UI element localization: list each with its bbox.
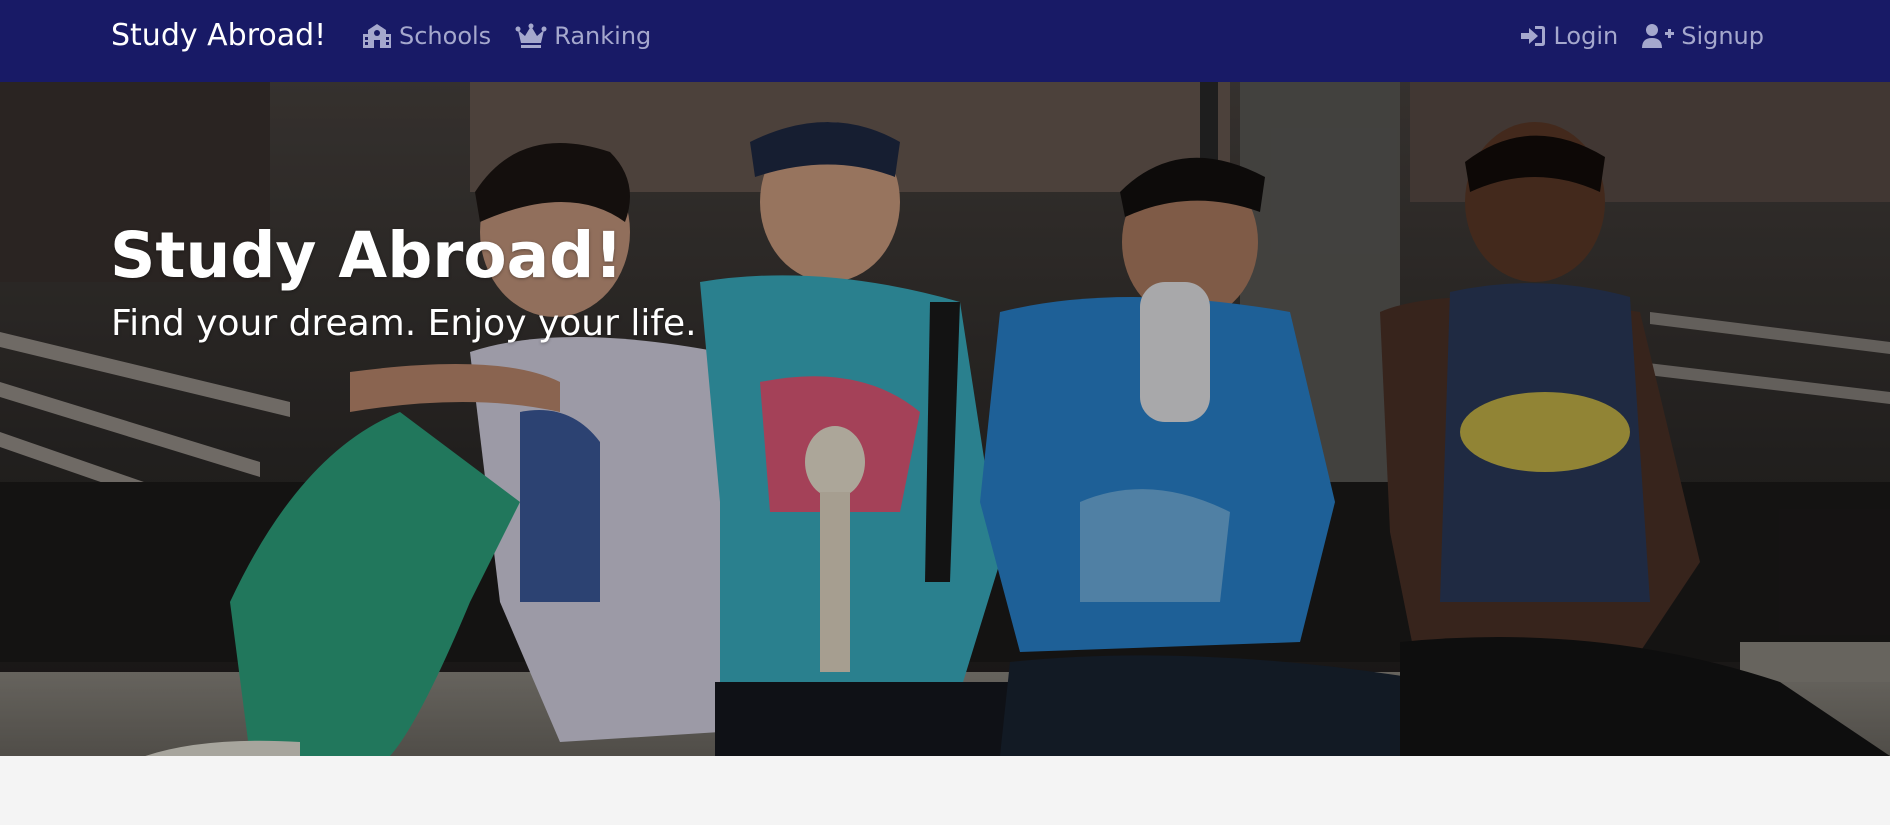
hero-dim-overlay bbox=[0, 82, 1890, 756]
nav-left-links: Schools Ranking bbox=[362, 18, 651, 54]
page-content-area bbox=[0, 756, 1890, 825]
nav-link-ranking[interactable]: Ranking bbox=[515, 18, 651, 54]
brand-link[interactable]: Study Abroad! bbox=[111, 18, 326, 54]
nav-link-ranking-label: Ranking bbox=[554, 22, 652, 50]
hero-section: Study Abroad! Find your dream. Enjoy you… bbox=[0, 82, 1890, 756]
nav-link-schools-label: Schools bbox=[399, 22, 492, 50]
hero-title: Study Abroad! bbox=[110, 219, 623, 292]
hero-subtitle: Find your dream. Enjoy your life. bbox=[111, 303, 697, 344]
nav-link-signup[interactable]: Signup bbox=[1642, 18, 1764, 54]
nav-right-links: Login Signup bbox=[1520, 18, 1764, 54]
top-navbar: Study Abroad! Schools Ranking Login Sign… bbox=[0, 0, 1890, 82]
sign-in-icon bbox=[1520, 23, 1546, 49]
nav-link-login-label: Login bbox=[1553, 22, 1619, 50]
nav-link-schools[interactable]: Schools bbox=[362, 18, 491, 54]
crown-icon bbox=[515, 23, 547, 49]
school-icon bbox=[362, 23, 392, 49]
user-plus-icon bbox=[1642, 23, 1675, 49]
nav-link-login[interactable]: Login bbox=[1520, 18, 1618, 54]
nav-link-signup-label: Signup bbox=[1681, 22, 1764, 50]
